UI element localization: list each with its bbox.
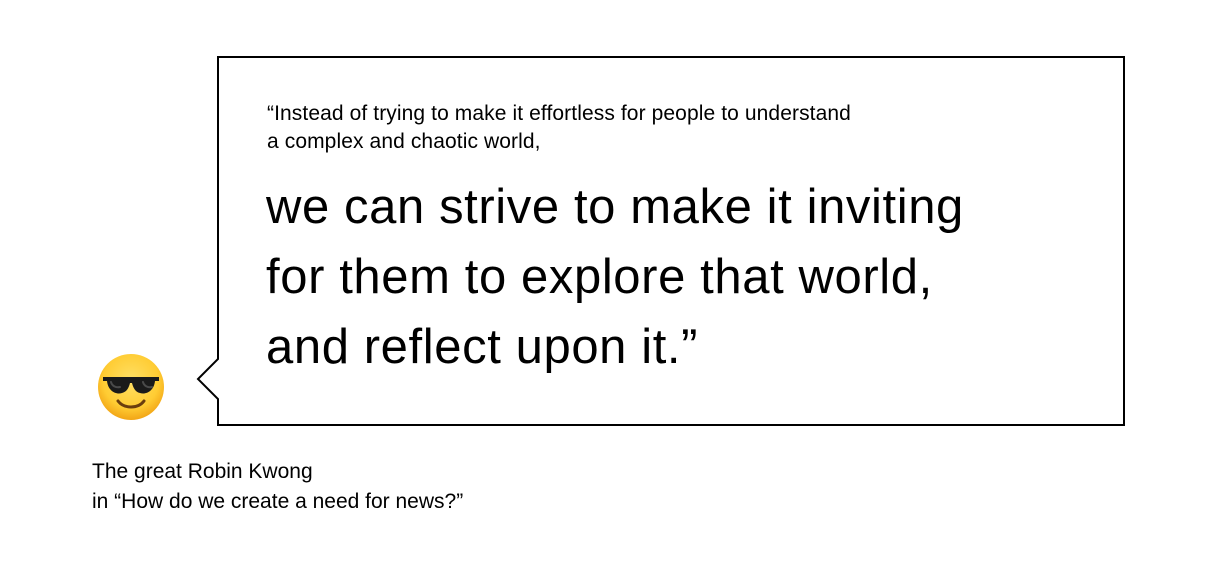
smiling-face-with-sunglasses-icon bbox=[97, 353, 165, 421]
quote-emphasis-line: and reflect upon it.” bbox=[266, 320, 699, 374]
quote-intro-line: “Instead of trying to make it effortless… bbox=[267, 102, 851, 125]
quote-intro: “Instead of trying to make it effortless… bbox=[267, 100, 1087, 156]
quote-emphasis-line: we can strive to make it inviting bbox=[266, 180, 964, 234]
attribution-author: The great Robin Kwong bbox=[92, 460, 313, 483]
quote-intro-line: a complex and chaotic world, bbox=[267, 130, 541, 153]
quote-emphasis-line: for them to explore that world, bbox=[266, 250, 933, 304]
attribution: The great Robin Kwong in “How do we crea… bbox=[92, 457, 463, 517]
attribution-source: in “How do we create a need for news?” bbox=[92, 490, 464, 513]
quote-emphasis: we can strive to make it inviting for th… bbox=[266, 172, 1106, 382]
